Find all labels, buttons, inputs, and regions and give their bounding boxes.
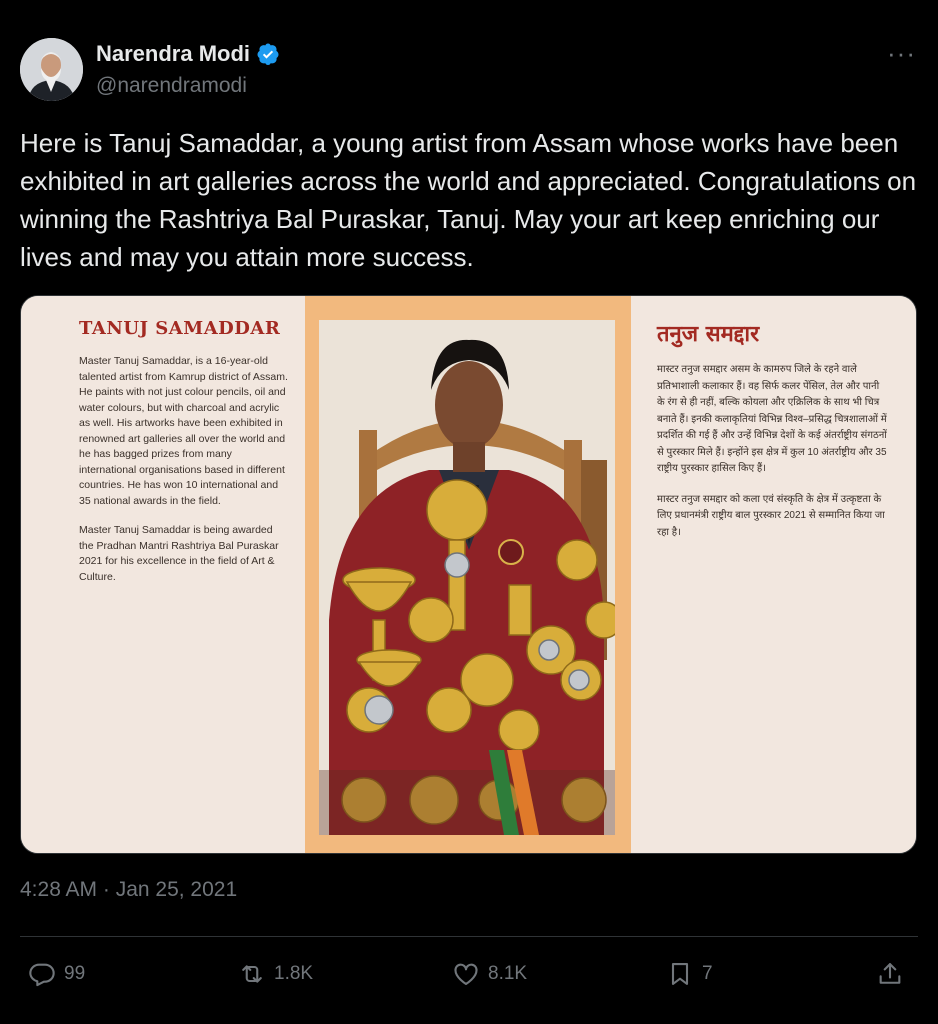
share-button[interactable] <box>876 952 904 996</box>
tweet-timestamp[interactable]: 4:28 AM · Jan 25, 2021 <box>20 878 237 902</box>
bookmark-button[interactable]: 7 <box>666 952 713 996</box>
bookmark-count: 7 <box>702 963 713 984</box>
portrait-with-trophies-image <box>319 320 615 835</box>
author-name[interactable]: Narendra Modi <box>96 41 250 67</box>
tweet-media[interactable]: TANUJ SAMADDAR Master Tanuj Samaddar, is… <box>20 295 917 854</box>
hindi-panel: तनुज समद्दार मास्टर तनुज समद्दार असम के … <box>631 296 916 853</box>
divider <box>20 936 918 937</box>
share-icon <box>879 963 901 984</box>
author-name-row[interactable]: Narendra Modi <box>96 41 280 67</box>
author-handle[interactable]: @narendramodi <box>96 74 247 98</box>
more-dots-icon[interactable]: ··· <box>887 38 916 69</box>
reply-button[interactable]: 99 <box>28 952 85 996</box>
reply-icon <box>29 963 55 987</box>
avatar-image <box>20 38 83 101</box>
like-count: 8.1K <box>488 963 528 984</box>
hindi-body: मास्टर तनुज समद्दार असम के कामरुप जिले क… <box>657 362 887 555</box>
portrait-photo <box>319 320 615 835</box>
heart-icon <box>454 963 478 985</box>
avatar[interactable] <box>20 38 83 101</box>
retweet-count: 1.8K <box>274 963 314 984</box>
english-title: TANUJ SAMADDAR <box>79 318 281 339</box>
english-body: Master Tanuj Samaddar, is a 16-year-old … <box>79 354 289 599</box>
english-paragraph: Master Tanuj Samaddar, is a 16-year-old … <box>79 355 288 507</box>
hindi-paragraph: मास्टर तनुज समद्दार असम के कामरुप जिले क… <box>657 364 887 474</box>
tweet-text: Here is Tanuj Samaddar, a young artist f… <box>20 128 917 272</box>
reply-count: 99 <box>64 963 86 984</box>
hindi-paragraph: मास्टर तनुज समद्दार को कला एवं संस्कृति … <box>657 493 885 538</box>
retweet-icon <box>242 965 262 983</box>
hindi-title: तनुज समद्दार <box>657 322 760 347</box>
english-paragraph: Master Tanuj Samaddar is being awarded t… <box>79 524 279 583</box>
bookmark-icon <box>671 963 689 985</box>
english-panel: TANUJ SAMADDAR Master Tanuj Samaddar, is… <box>21 296 305 853</box>
retweet-button[interactable]: 1.8K <box>238 952 313 996</box>
like-button[interactable]: 8.1K <box>452 952 527 996</box>
verified-badge-icon <box>257 43 279 65</box>
photo-frame <box>305 296 631 853</box>
action-bar: 99 1.8K 8.1K 7 <box>0 952 938 996</box>
